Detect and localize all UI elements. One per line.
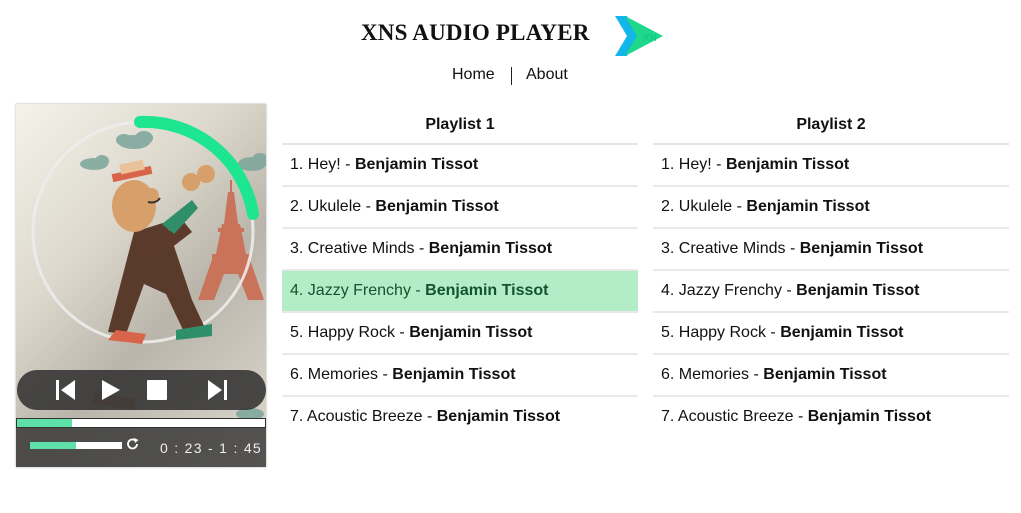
track-row[interactable]: 7. Acoustic Breeze - Benjamin Tissot [282, 397, 638, 439]
nav-divider [511, 67, 512, 85]
repeat-icon[interactable] [126, 437, 140, 451]
track-title: Hey! [678, 156, 712, 173]
track-artist: Benjamin Tissot [725, 156, 850, 173]
track-number: 1. [290, 156, 304, 173]
track-row[interactable]: 6. Memories - Benjamin Tissot [653, 355, 1009, 397]
track-number: 7. [661, 408, 675, 425]
track-separator: - [797, 408, 804, 425]
track-row[interactable]: 6. Memories - Benjamin Tissot [282, 355, 638, 397]
progress-fill [17, 419, 72, 427]
track-title: Ukulele [307, 198, 362, 215]
track-title: Acoustic Breeze [306, 408, 423, 425]
track-artist: Benjamin Tissot [799, 240, 924, 257]
track-separator: - [736, 198, 742, 215]
volume-fill [30, 442, 76, 449]
track-number: 3. [661, 240, 675, 257]
playback-controls [17, 370, 266, 410]
track-row[interactable]: 5. Happy Rock - Benjamin Tissot [653, 313, 1009, 355]
track-artist: Benjamin Tissot [375, 198, 499, 215]
track-separator: - [399, 324, 405, 341]
track-separator: - [770, 324, 776, 341]
track-artist: Benjamin Tissot [428, 240, 553, 257]
nav-about-link[interactable]: About [526, 66, 568, 84]
track-separator: - [753, 366, 759, 383]
nav-home-link[interactable]: Home [452, 66, 495, 84]
track-number: 7. [290, 408, 304, 425]
track-separator: - [716, 156, 722, 173]
track-artist: Benjamin Tissot [807, 408, 932, 425]
track-number: 3. [290, 240, 304, 257]
track-number: 6. [661, 366, 675, 383]
chevron-play-logo-icon: XN [615, 16, 663, 56]
track-separator: - [345, 156, 351, 173]
track-title: Acoustic Breeze [677, 408, 794, 425]
track-title: Happy Rock [678, 324, 766, 341]
track-artist: Benjamin Tissot [780, 324, 904, 341]
progress-bar[interactable] [16, 418, 266, 428]
track-title: Jazzy Frenchy [307, 282, 411, 299]
track-artist: Benjamin Tissot [796, 282, 920, 299]
track-number: 2. [290, 198, 304, 215]
playlist-title: Playlist 2 [653, 104, 1009, 145]
time-display: 0 : 23 - 1 : 45 [160, 440, 262, 456]
track-title: Hey! [307, 156, 341, 173]
track-separator: - [786, 282, 792, 299]
track-artist: Benjamin Tissot [436, 408, 561, 425]
track-number: 4. [290, 282, 304, 299]
track-number: 2. [661, 198, 675, 215]
svg-text:XN: XN [643, 33, 657, 44]
volume-slider[interactable] [30, 442, 122, 449]
header: XNS AUDIO PLAYER XN Home About [0, 0, 1021, 100]
track-title: Ukulele [678, 198, 733, 215]
track-title: Memories [307, 366, 379, 383]
track-row[interactable]: 4. Jazzy Frenchy - Benjamin Tissot [653, 271, 1009, 313]
app-title: XNS AUDIO PLAYER [361, 20, 590, 45]
track-artist: Benjamin Tissot [354, 156, 479, 173]
track-list: 1. Hey! - Benjamin Tissot 2. Ukulele - Be… [653, 145, 1009, 439]
player-status-strip: 0 : 23 - 1 : 45 [16, 428, 266, 467]
track-row[interactable]: 2. Ukulele - Benjamin Tissot [282, 187, 638, 229]
skip-next-icon[interactable] [206, 378, 230, 402]
track-row[interactable]: 3. Creative Minds - Benjamin Tissot [282, 229, 638, 271]
track-row[interactable]: 7. Acoustic Breeze - Benjamin Tissot [653, 397, 1009, 439]
track-separator: - [365, 198, 371, 215]
track-artist: Benjamin Tissot [392, 366, 516, 383]
track-row[interactable]: 3. Creative Minds - Benjamin Tissot [653, 229, 1009, 271]
playlist-2: Playlist 2 1. Hey! - Benjamin Tissot 2. U… [653, 104, 1009, 439]
track-row[interactable]: 4. Jazzy Frenchy - Benjamin Tissot [282, 271, 638, 313]
playlist-1: Playlist 1 1. Hey! - Benjamin Tissot 2. U… [282, 104, 638, 439]
track-title: Creative Minds [307, 240, 415, 257]
track-number: 6. [290, 366, 304, 383]
playlist-title: Playlist 1 [282, 104, 638, 145]
stop-icon[interactable] [145, 378, 169, 402]
track-title: Happy Rock [307, 324, 395, 341]
track-separator: - [418, 240, 425, 257]
track-row[interactable]: 5. Happy Rock - Benjamin Tissot [282, 313, 638, 355]
top-nav: Home About [0, 66, 1021, 88]
track-separator: - [426, 408, 433, 425]
track-separator: - [415, 282, 421, 299]
track-number: 5. [290, 324, 304, 341]
track-artist: Benjamin Tissot [763, 366, 887, 383]
track-title: Creative Minds [678, 240, 786, 257]
track-title: Memories [678, 366, 750, 383]
track-row[interactable]: 1. Hey! - Benjamin Tissot [282, 145, 638, 187]
track-number: 1. [661, 156, 675, 173]
track-row[interactable]: 2. Ukulele - Benjamin Tissot [653, 187, 1009, 229]
album-artwork-image [31, 115, 266, 420]
track-separator: - [382, 366, 388, 383]
track-list: 1. Hey! - Benjamin Tissot 2. Ukulele - Be… [282, 145, 638, 439]
track-artist: Benjamin Tissot [746, 198, 870, 215]
track-row[interactable]: 1. Hey! - Benjamin Tissot [653, 145, 1009, 187]
track-artist: Benjamin Tissot [409, 324, 533, 341]
skip-previous-icon[interactable] [53, 378, 77, 402]
play-icon[interactable] [100, 378, 122, 402]
track-title: Jazzy Frenchy [678, 282, 782, 299]
audio-player: 0 : 23 - 1 : 45 [16, 104, 266, 467]
track-separator: - [789, 240, 796, 257]
track-number: 4. [661, 282, 675, 299]
track-artist: Benjamin Tissot [425, 282, 549, 299]
track-number: 5. [661, 324, 675, 341]
